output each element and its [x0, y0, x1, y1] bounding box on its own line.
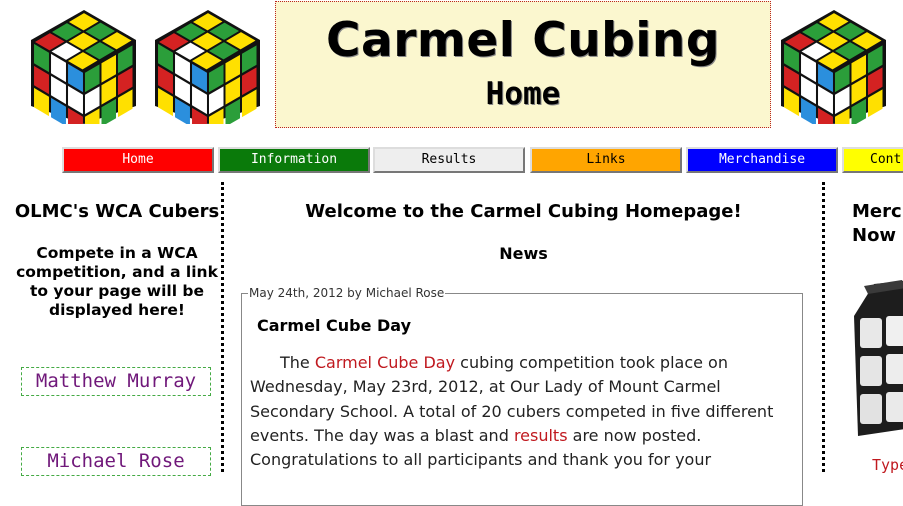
news-heading: News — [499, 244, 548, 263]
sidebar-blurb: Compete in a WCA competition, and a link… — [16, 244, 218, 319]
sidebar-left: OLMC's WCA Cubers Compete in a WCA compe… — [12, 200, 222, 476]
post-text: The — [280, 353, 315, 372]
nav-information[interactable]: Information — [218, 147, 370, 173]
page-heading: Welcome to the Carmel Cubing Homepage! — [305, 201, 742, 222]
merch-title: Merch Now — [852, 200, 903, 248]
rubiks-cube-icon — [31, 10, 136, 124]
page-subtitle: Home — [485, 76, 561, 112]
merch-type-link[interactable]: Type — [872, 456, 903, 474]
post-meta: May 24th, 2012 by Michael Rose — [249, 286, 445, 300]
nav-home[interactable]: Home — [62, 147, 214, 173]
column-divider — [822, 182, 825, 472]
nav-links[interactable]: Links — [530, 147, 682, 173]
site-header: Carmel Cubing Home — [275, 1, 771, 128]
merch-title-text: Merch Now — [852, 201, 903, 246]
nav-contact[interactable]: Cont — [842, 147, 903, 173]
cube-photo — [854, 280, 903, 436]
site-title: Carmel Cubing — [325, 13, 721, 68]
post-title: Carmel Cube Day — [257, 316, 412, 335]
post-body: The Carmel Cube Day cubing competition t… — [250, 351, 790, 472]
rubiks-cube-icon — [781, 10, 886, 124]
member-link-matthew-murray[interactable]: Matthew Murray — [21, 367, 211, 396]
main-content: Welcome to the Carmel Cubing Homepage! N… — [230, 200, 817, 506]
results-link[interactable]: results — [514, 426, 568, 445]
nav-results[interactable]: Results — [373, 147, 525, 173]
rubiks-cube-icon — [155, 10, 260, 124]
sidebar-right: Merch Now Type — [852, 200, 903, 474]
carmel-cube-day-link[interactable]: Carmel Cube Day — [315, 353, 455, 372]
sidebar-title: OLMC's WCA Cubers — [14, 201, 220, 222]
nav-merchandise[interactable]: Merchandise — [686, 147, 838, 173]
news-post: May 24th, 2012 by Michael Rose Carmel Cu… — [241, 286, 803, 506]
